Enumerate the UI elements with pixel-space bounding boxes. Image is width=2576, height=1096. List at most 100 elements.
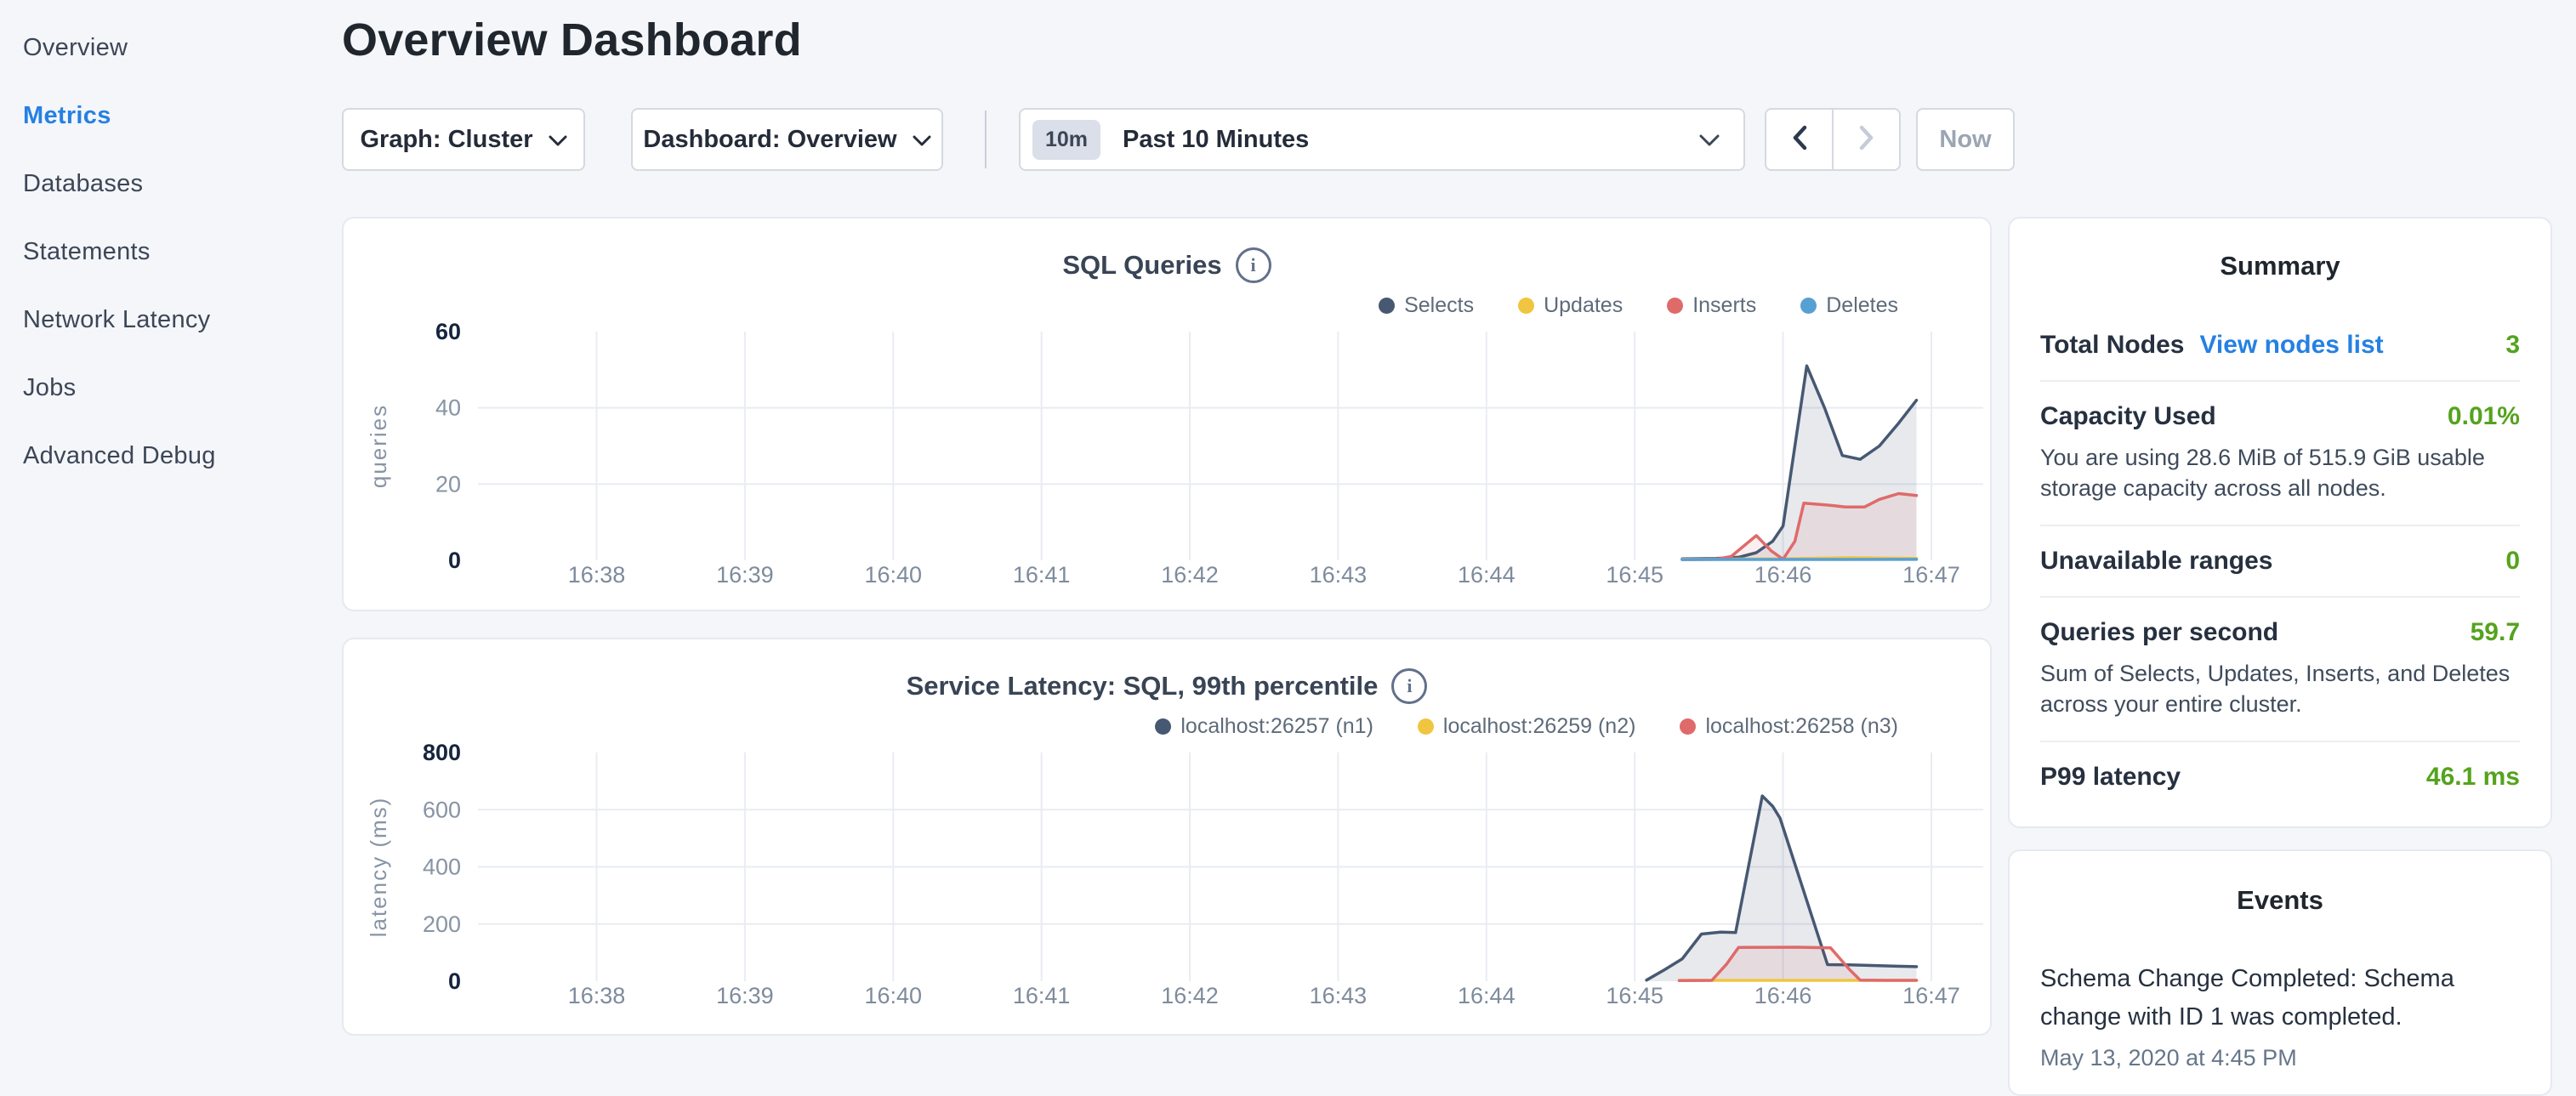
service-latency-chart[interactable]: 0 200 400 600 800 16:38 16:39 16:40 16:41 16:42 16… [344, 735, 1993, 1034]
svg-text:400: 400 [423, 855, 461, 880]
service-latency-chart-card: Service Latency: SQL, 99th percentile i … [342, 638, 1992, 1036]
svg-text:16:45: 16:45 [1606, 983, 1663, 1008]
chevron-left-icon [1792, 125, 1807, 155]
divider [2040, 525, 2520, 526]
sidebar-item-advanced-debug[interactable]: Advanced Debug [0, 422, 340, 490]
chart-title: SQL Queries [1062, 250, 1221, 281]
svg-text:800: 800 [423, 740, 461, 765]
page-title: Overview Dashboard [342, 14, 802, 66]
svg-text:16:41: 16:41 [1013, 983, 1071, 1008]
time-next-button[interactable] [1834, 110, 1899, 169]
svg-text:16:46: 16:46 [1754, 562, 1812, 588]
svg-text:16:42: 16:42 [1161, 562, 1219, 588]
summary-row-p99-latency: P99 latency 46.1 ms [2040, 763, 2520, 792]
summary-row-total-nodes: Total Nodes View nodes list 3 [2040, 331, 2520, 360]
sql-queries-chart-card: SQL Queries i SelectsUpdatesInsertsDelet… [342, 217, 1992, 611]
svg-text:40: 40 [435, 395, 461, 421]
svg-text:0: 0 [448, 548, 461, 573]
legend-dot [1518, 298, 1534, 314]
controls-divider [985, 111, 987, 168]
time-prev-button[interactable] [1766, 110, 1834, 169]
svg-text:16:43: 16:43 [1310, 562, 1368, 588]
svg-text:16:47: 16:47 [1902, 562, 1960, 588]
summary-row-capacity: Capacity Used 0.01% [2040, 402, 2520, 431]
summary-label: Capacity Used [2040, 402, 2216, 431]
chevron-down-icon [1699, 126, 1720, 154]
legend-dot [1155, 718, 1171, 735]
svg-text:16:39: 16:39 [716, 562, 774, 588]
sidebar-item-jobs[interactable]: Jobs [0, 354, 340, 422]
sidebar-item-network-latency[interactable]: Network Latency [0, 286, 340, 354]
legend-dot [1418, 718, 1434, 735]
dashboard-dropdown-label: Dashboard: Overview [643, 126, 896, 154]
dashboard-dropdown[interactable]: Dashboard: Overview [631, 108, 943, 171]
legend-dot [1800, 298, 1817, 314]
sql-queries-chart[interactable]: 0 20 40 60 16:38 16:39 16:40 16:41 16:42 16:43 16:… [344, 314, 1993, 613]
chevron-right-icon [1859, 125, 1874, 155]
svg-text:queries: queries [366, 404, 391, 488]
svg-text:20: 20 [435, 471, 461, 497]
summary-subtext: Sum of Selects, Updates, Inserts, and De… [2040, 659, 2520, 720]
divider [2040, 741, 2520, 742]
svg-text:16:40: 16:40 [864, 983, 922, 1008]
svg-text:0: 0 [448, 968, 461, 994]
info-icon[interactable]: i [1391, 668, 1427, 704]
summary-value: 3 [2505, 331, 2520, 360]
summary-subtext: You are using 28.6 MiB of 515.9 GiB usab… [2040, 443, 2520, 504]
svg-text:16:38: 16:38 [568, 562, 626, 588]
info-icon[interactable]: i [1236, 247, 1271, 283]
svg-text:16:44: 16:44 [1458, 562, 1515, 588]
summary-value: 59.7 [2471, 618, 2520, 647]
svg-text:16:46: 16:46 [1754, 983, 1812, 1008]
time-range-label: Past 10 Minutes [1123, 126, 1309, 154]
legend-dot [1680, 718, 1696, 735]
summary-value: 0 [2505, 547, 2520, 576]
sidebar-item-overview[interactable]: Overview [0, 14, 340, 82]
sidebar-item-statements[interactable]: Statements [0, 218, 340, 286]
svg-text:16:43: 16:43 [1310, 983, 1368, 1008]
summary-label: Unavailable ranges [2040, 547, 2272, 576]
controls-bar: Graph: Cluster Dashboard: Overview 10m P… [0, 108, 2576, 171]
graph-dropdown-label: Graph: Cluster [360, 126, 532, 154]
svg-text:16:47: 16:47 [1902, 983, 1960, 1008]
svg-text:16:42: 16:42 [1161, 983, 1219, 1008]
events-title: Events [2040, 885, 2520, 916]
time-range-badge: 10m [1032, 120, 1100, 160]
summary-value: 46.1 ms [2426, 763, 2520, 792]
svg-text:16:39: 16:39 [716, 983, 774, 1008]
summary-label: Total Nodes [2040, 331, 2184, 360]
chart-title: Service Latency: SQL, 99th percentile [907, 671, 1379, 701]
divider [2040, 380, 2520, 382]
divider [2040, 596, 2520, 598]
summary-row-qps: Queries per second 59.7 [2040, 618, 2520, 647]
svg-text:16:41: 16:41 [1013, 562, 1071, 588]
legend-dot [1379, 298, 1395, 314]
summary-row-unavailable-ranges: Unavailable ranges 0 [2040, 547, 2520, 576]
svg-text:16:40: 16:40 [864, 562, 922, 588]
svg-text:latency (ms): latency (ms) [366, 797, 391, 938]
svg-text:16:38: 16:38 [568, 983, 626, 1008]
svg-text:60: 60 [435, 319, 461, 344]
now-button[interactable]: Now [1916, 108, 2015, 171]
admin-ui-page: Overview Metrics Databases Statements Ne… [0, 0, 2576, 1051]
events-panel: Events Schema Change Completed: Schema c… [2008, 849, 2552, 1096]
summary-panel: Summary Total Nodes View nodes list 3 Ca… [2008, 217, 2552, 828]
chevron-down-icon [549, 126, 567, 154]
legend-dot [1667, 298, 1683, 314]
summary-label: Queries per second [2040, 618, 2278, 647]
event-text: Schema Change Completed: Schema change w… [2040, 960, 2520, 1036]
summary-title: Summary [2040, 251, 2520, 281]
summary-label: P99 latency [2040, 763, 2181, 792]
event-timestamp: May 13, 2020 at 4:45 PM [2040, 1045, 2520, 1071]
view-nodes-list-link[interactable]: View nodes list [2199, 331, 2383, 360]
svg-text:600: 600 [423, 797, 461, 822]
svg-text:200: 200 [423, 911, 461, 937]
event-list-item[interactable]: Schema Change Completed: Schema change w… [2040, 960, 2520, 1071]
time-nav-group [1765, 108, 1901, 171]
graph-dropdown[interactable]: Graph: Cluster [342, 108, 585, 171]
svg-text:16:45: 16:45 [1606, 562, 1663, 588]
svg-text:16:44: 16:44 [1458, 983, 1515, 1008]
time-range-dropdown[interactable]: 10m Past 10 Minutes [1019, 108, 1745, 171]
chevron-down-icon [913, 126, 931, 154]
summary-value: 0.01% [2448, 402, 2520, 431]
